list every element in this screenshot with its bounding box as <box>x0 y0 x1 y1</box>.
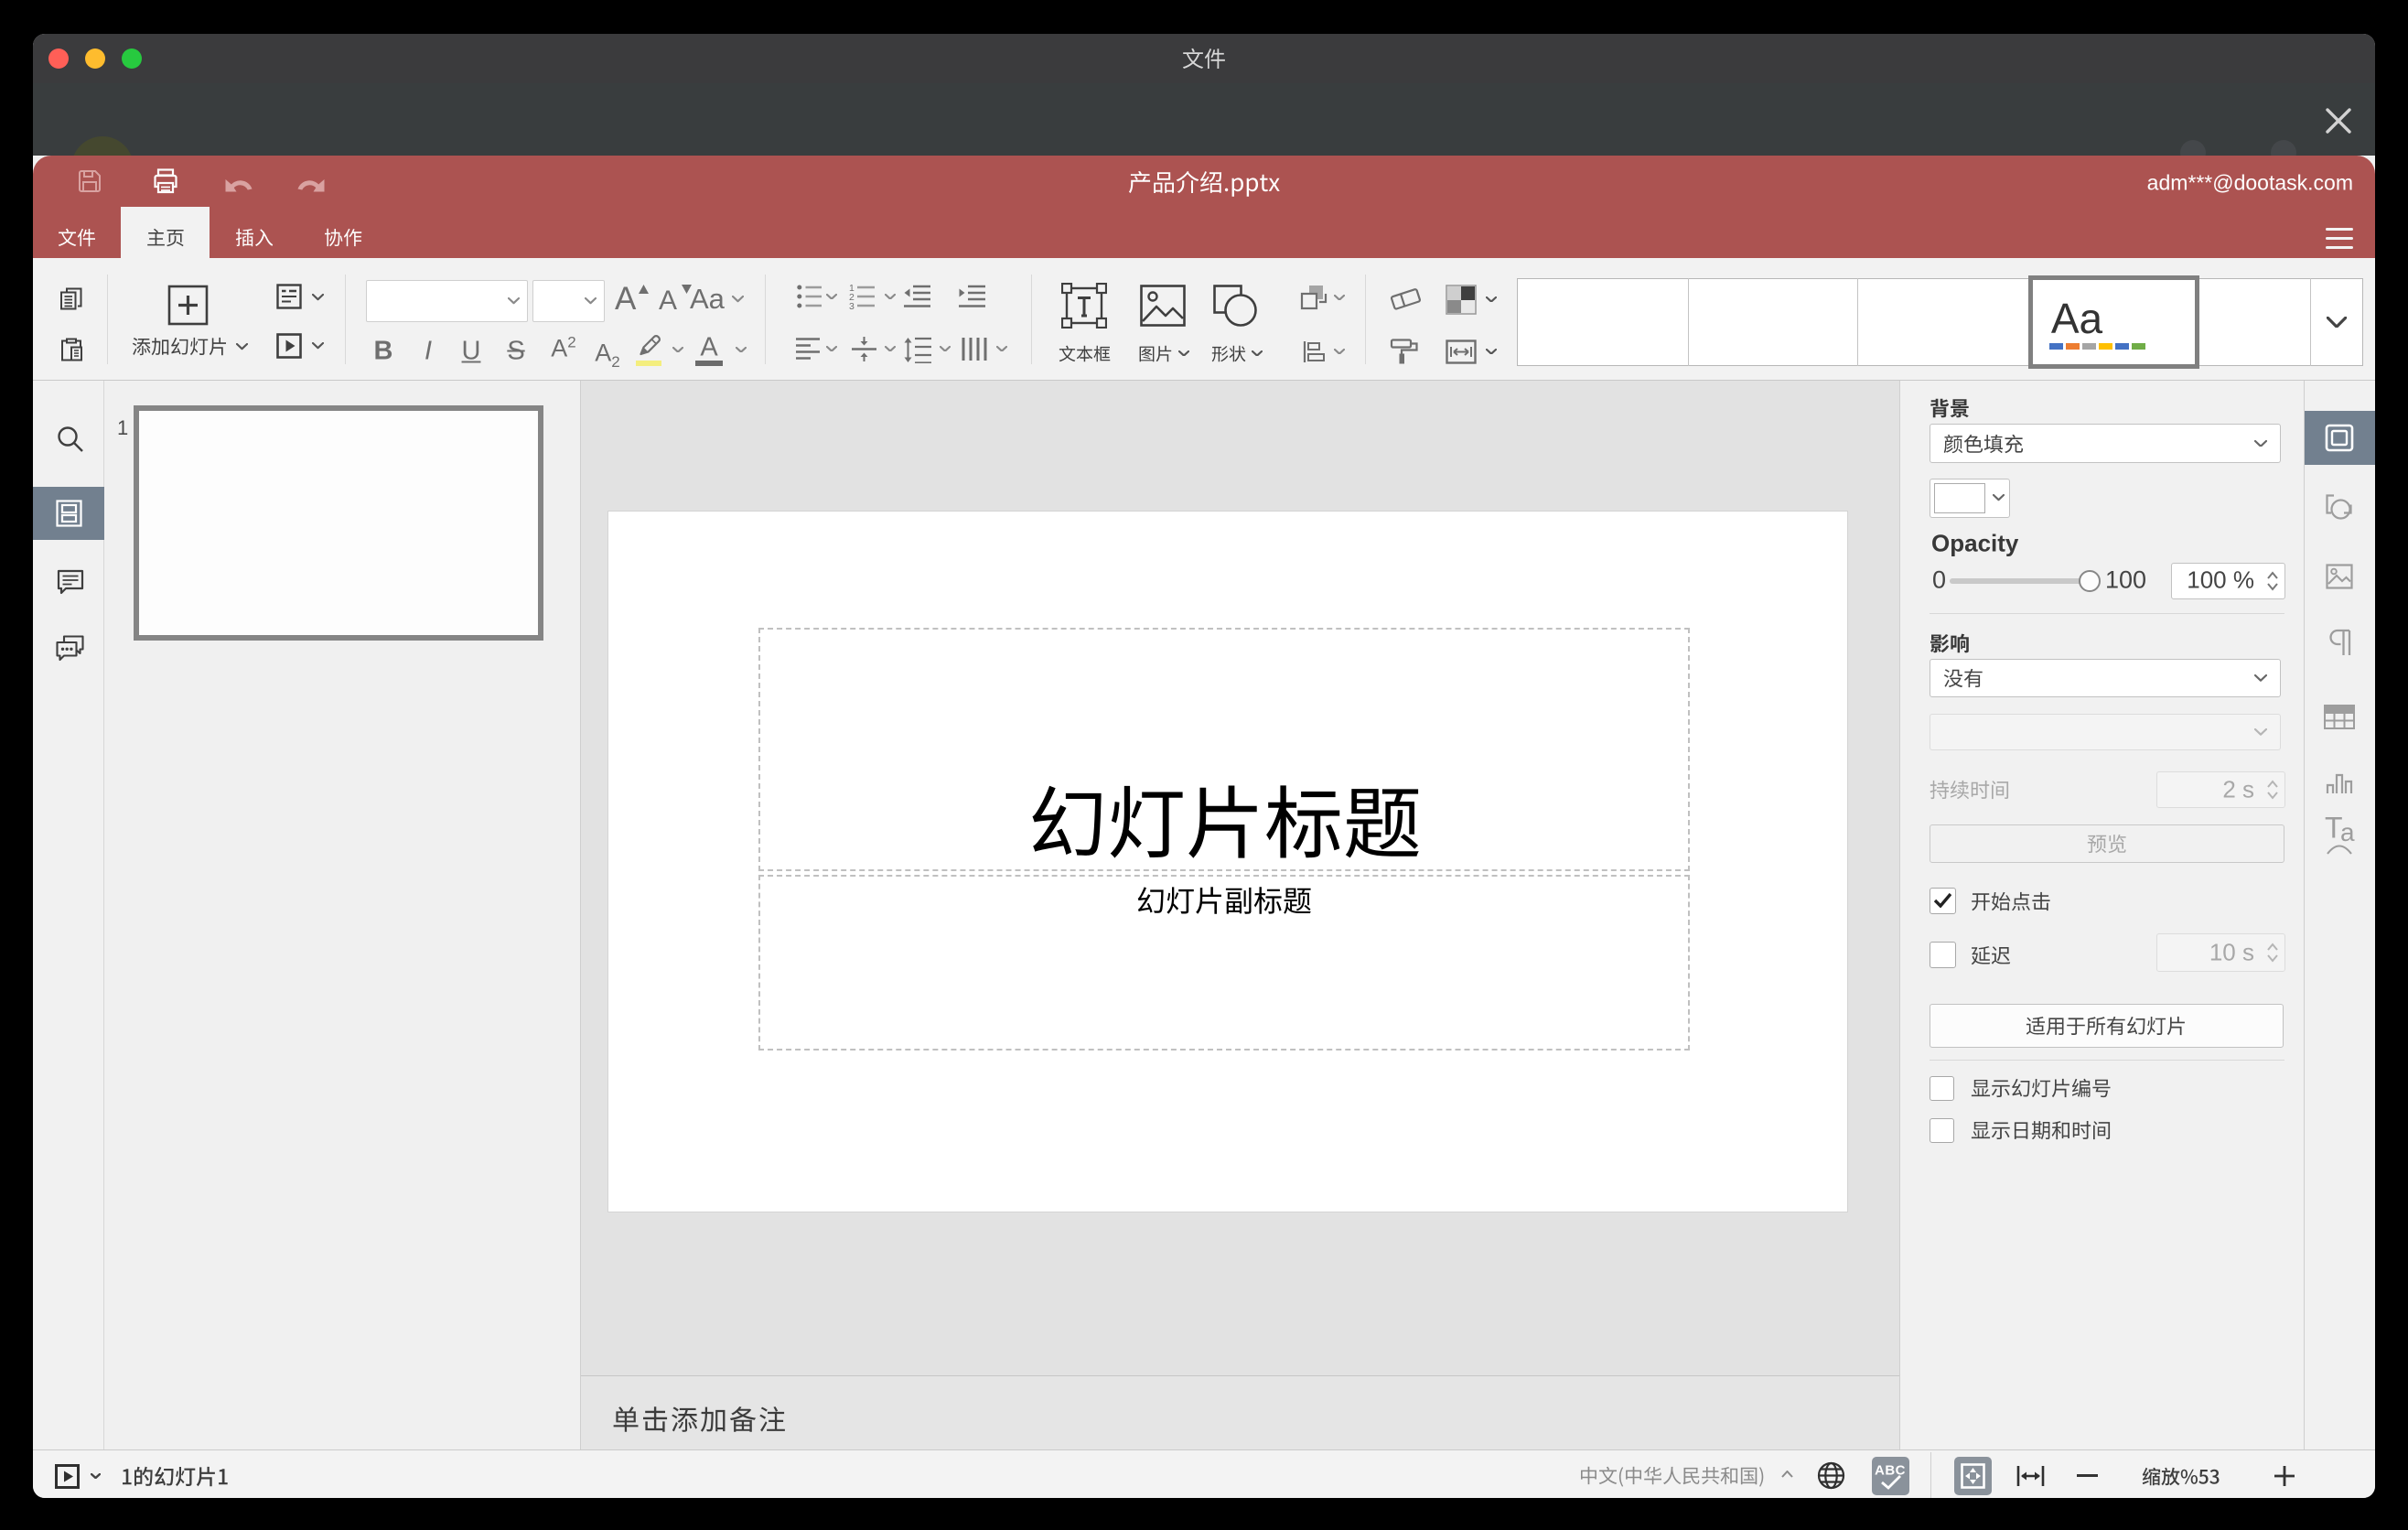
svg-text:3: 3 <box>849 301 855 310</box>
